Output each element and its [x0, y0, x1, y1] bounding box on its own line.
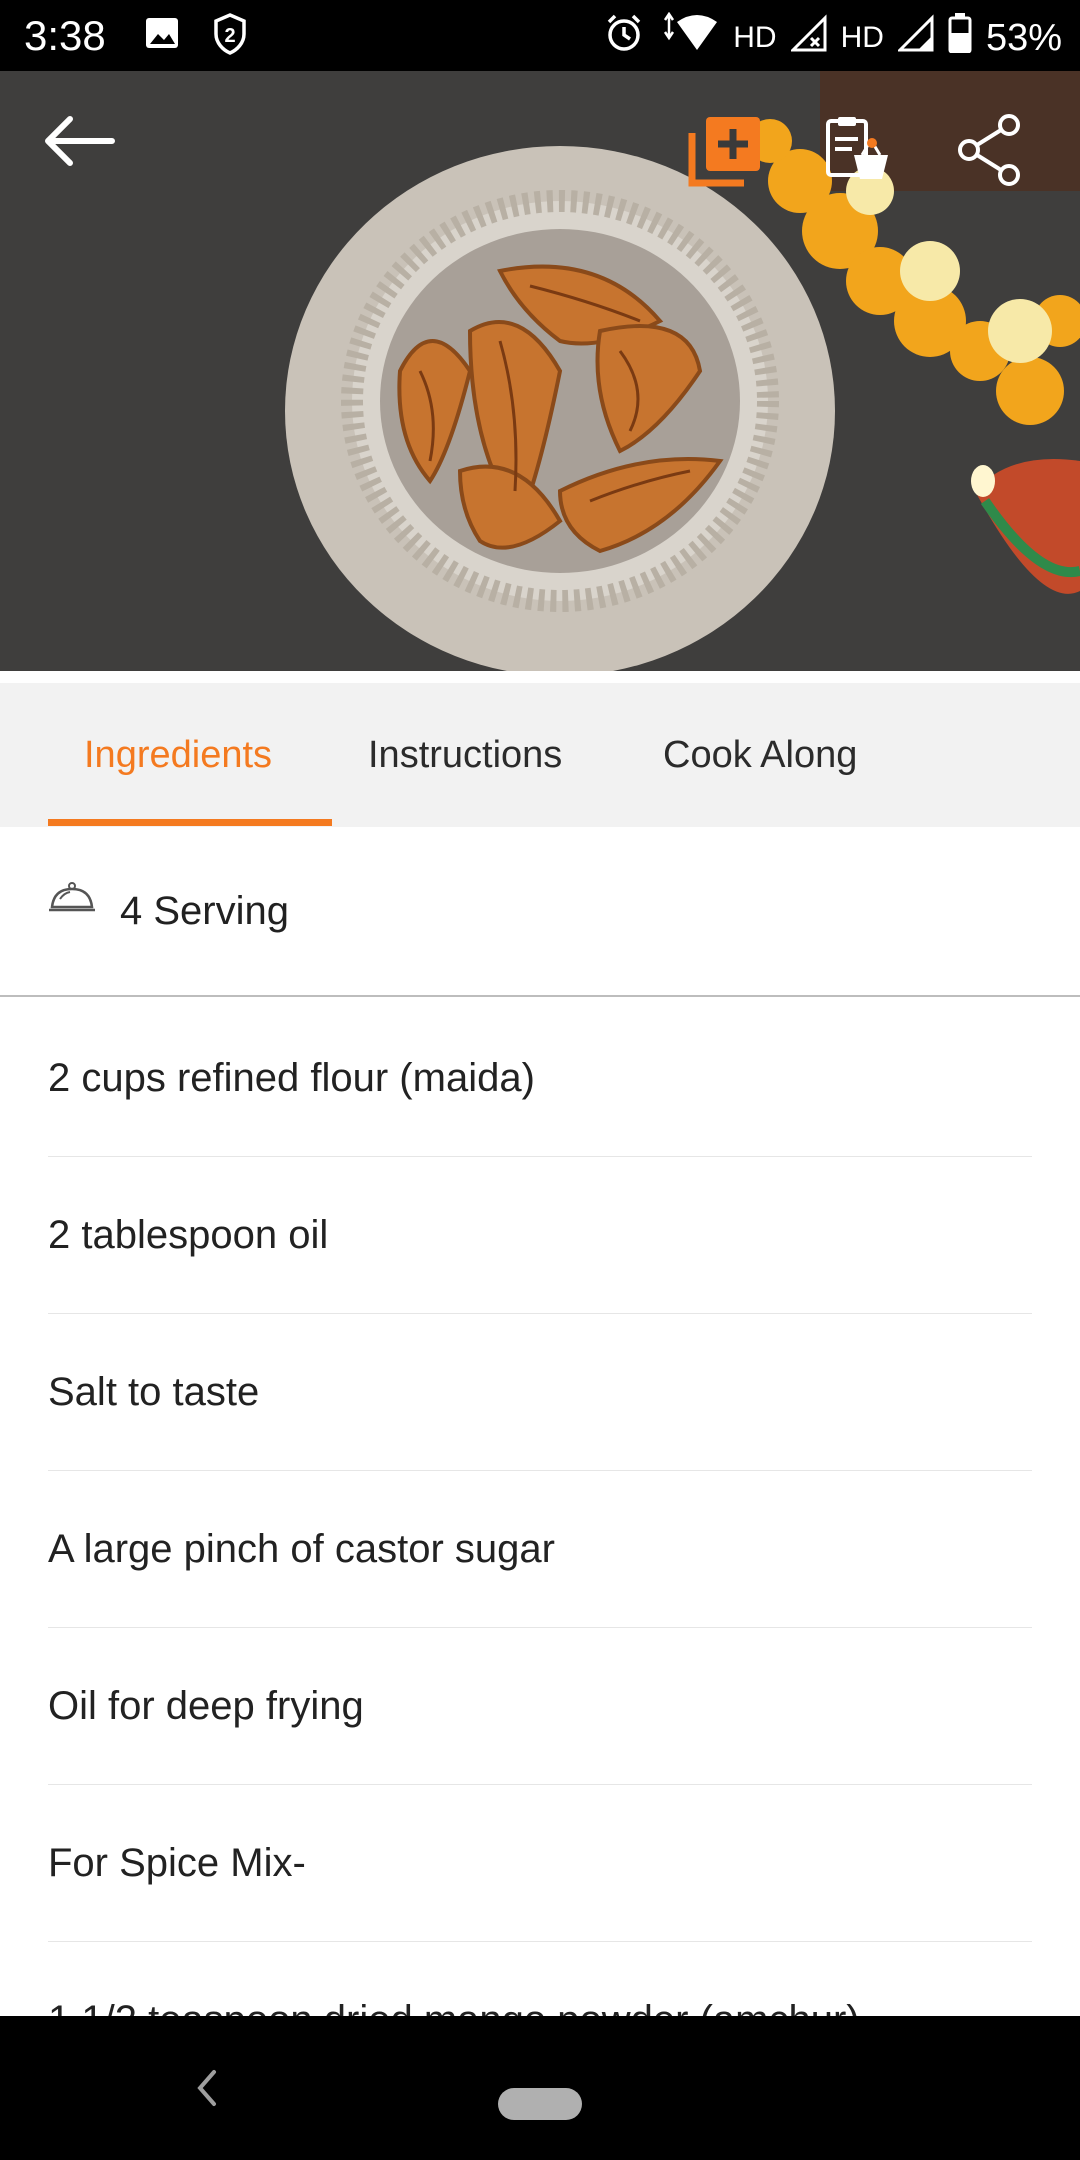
ingredient-item: 2 tablespoon oil [48, 1157, 1032, 1314]
status-time: 3:38 [24, 12, 106, 59]
gallery-notification-icon [142, 12, 182, 56]
network-type-1: HD [733, 21, 777, 54]
status-bar: 3:38 2 HD HD 53% [0, 0, 1080, 71]
shopping-list-button[interactable] [822, 113, 902, 193]
add-to-collection-icon [688, 117, 760, 187]
tab-ingredients-label: Ingredients [84, 733, 273, 776]
cell-signal-icon-1 [788, 14, 827, 62]
battery-icon [948, 13, 972, 63]
add-to-collection-button[interactable] [688, 113, 768, 193]
tab-cook-along[interactable]: Cook Along [663, 683, 857, 827]
tab-cook-along-label: Cook Along [663, 733, 858, 776]
recipe-photo [0, 71, 1080, 671]
shield-badge-icon: 2 [210, 12, 250, 56]
network-type-2: HD [840, 21, 884, 54]
ingredient-item: Oil for deep frying [48, 1628, 1032, 1785]
ingredients-list: 2 cups refined flour (maida) 2 tablespoo… [48, 1000, 1032, 2099]
share-button[interactable] [955, 113, 1035, 193]
tab-ingredients[interactable]: Ingredients [84, 683, 272, 827]
cell-signal-icon-2 [896, 14, 934, 62]
tab-instructions[interactable]: Instructions [368, 683, 562, 827]
back-button[interactable] [40, 111, 130, 191]
battery-percent: 53% [985, 16, 1062, 59]
active-tab-indicator [48, 819, 332, 826]
ingredient-item: A large pinch of castor sugar [48, 1471, 1032, 1628]
ingredient-item: For Spice Mix- [48, 1785, 1032, 1942]
nav-home-pill[interactable] [498, 2088, 582, 2120]
recipe-hero-image [0, 71, 1080, 671]
ingredient-item: Salt to taste [48, 1314, 1032, 1471]
servings-row: 4 Serving [0, 827, 1080, 997]
tab-instructions-label: Instructions [368, 733, 563, 776]
nav-back-icon[interactable] [190, 2064, 220, 2117]
share-icon [958, 114, 1020, 186]
alarm-icon [603, 12, 645, 64]
cloche-icon [48, 881, 96, 920]
wifi-icon [659, 11, 719, 64]
ingredient-item: 2 cups refined flour (maida) [48, 1000, 1032, 1157]
servings-label: 4 Serving [120, 888, 289, 933]
arrow-left-icon [45, 116, 115, 166]
system-nav-bar [0, 2016, 1080, 2160]
svg-text:2: 2 [224, 25, 235, 47]
shopping-list-icon [826, 117, 888, 179]
recipe-tabs: Ingredients Instructions Cook Along [0, 683, 1080, 827]
